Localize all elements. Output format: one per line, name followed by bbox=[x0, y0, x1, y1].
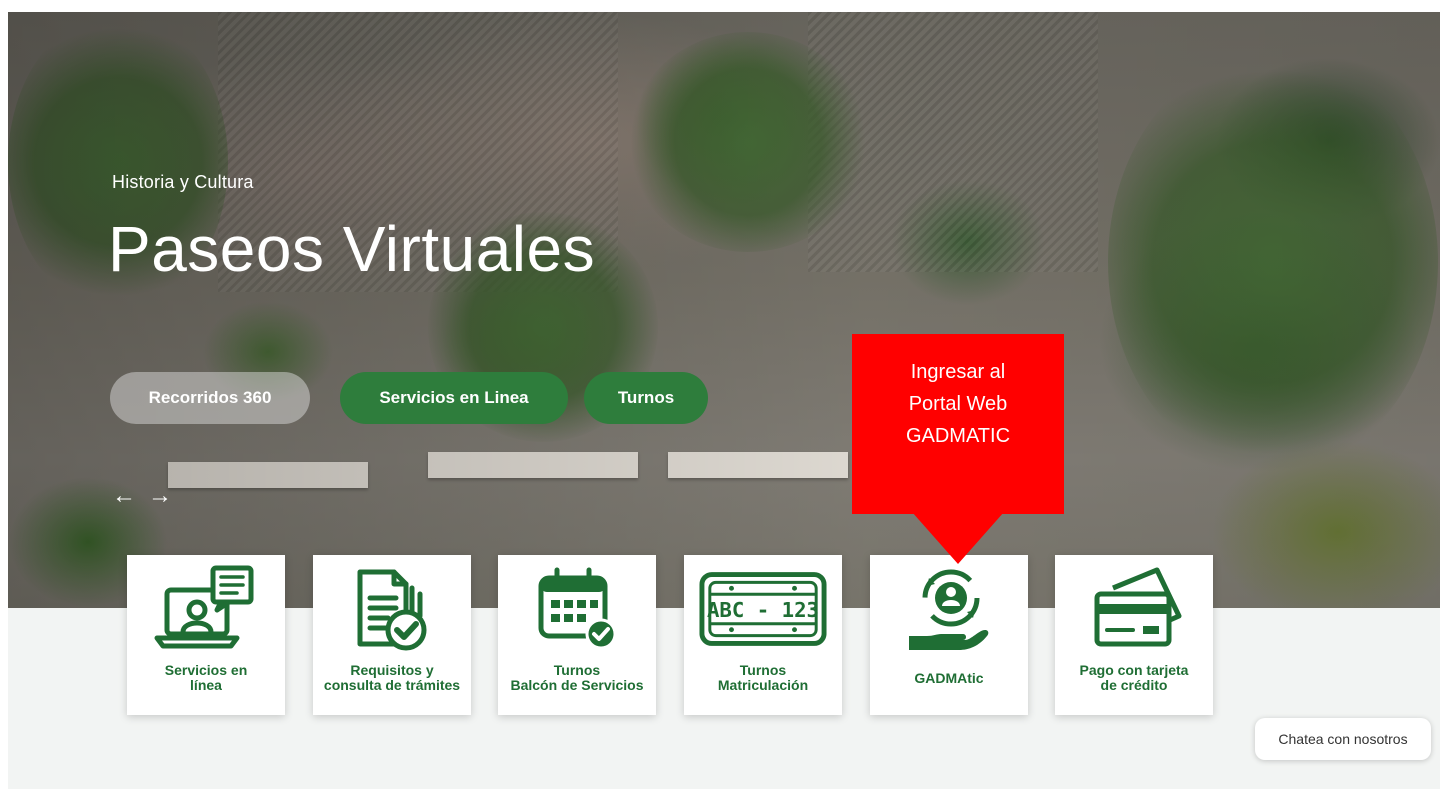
requirements-check-icon bbox=[327, 561, 457, 657]
servicios-en-linea-button[interactable]: Servicios en Linea bbox=[340, 372, 568, 424]
hero-title: Paseos Virtuales bbox=[108, 213, 596, 285]
credit-card-icon bbox=[1069, 561, 1199, 657]
card-label: GADMAtic bbox=[914, 670, 984, 686]
arrow-right-icon[interactable]: → bbox=[148, 482, 172, 510]
gadmatic-callout: Ingresar al Portal Web GADMATIC bbox=[852, 334, 1064, 514]
hero-eyebrow: Historia y Cultura bbox=[112, 172, 254, 192]
card-turnos-balcon[interactable]: Turnos Balcón de Servicios bbox=[498, 555, 656, 715]
card-pago-tarjeta[interactable]: Pago con tarjeta de crédito bbox=[1055, 555, 1213, 715]
hero-banner bbox=[8, 12, 1440, 608]
license-plate-icon: ABC - 123 bbox=[698, 561, 828, 657]
page: Historia y Cultura Paseos Virtuales Reco… bbox=[0, 0, 1440, 789]
callout-arrow-icon bbox=[912, 512, 1004, 564]
gadmatic-user-hand-icon bbox=[884, 561, 1014, 657]
card-label: Turnos Matriculación bbox=[717, 662, 809, 693]
calendar-check-icon bbox=[512, 561, 642, 657]
card-turnos-matriculacion[interactable]: ABC - 123 Turnos Matriculación bbox=[684, 555, 842, 715]
turnos-button[interactable]: Turnos bbox=[584, 372, 708, 424]
arrow-left-icon[interactable]: ← bbox=[112, 482, 136, 510]
recorridos-360-button[interactable]: Recorridos 360 bbox=[110, 372, 310, 424]
carousel-arrows: ← → bbox=[112, 482, 172, 510]
card-gadmatic[interactable]: GADMAtic bbox=[870, 555, 1028, 715]
online-services-icon bbox=[141, 561, 271, 657]
card-label: Pago con tarjeta de crédito bbox=[1079, 662, 1189, 693]
card-label: Servicios en línea bbox=[164, 662, 248, 693]
hero-overlay bbox=[8, 12, 1440, 608]
card-servicios-en-linea[interactable]: Servicios en línea bbox=[127, 555, 285, 715]
callout-line: GADMATIC bbox=[905, 425, 1011, 447]
callout-line: Portal Web bbox=[908, 393, 1008, 415]
card-label: Turnos Balcón de Servicios bbox=[510, 662, 644, 693]
callout-line: Ingresar al bbox=[910, 361, 1006, 383]
card-requisitos-tramites[interactable]: Requisitos y consulta de trámites bbox=[313, 555, 471, 715]
license-plate-text: ABC - 123 bbox=[707, 598, 819, 622]
card-label: Requisitos y consulta de trámites bbox=[323, 662, 461, 693]
chat-button[interactable]: Chatea con nosotros bbox=[1255, 718, 1431, 760]
